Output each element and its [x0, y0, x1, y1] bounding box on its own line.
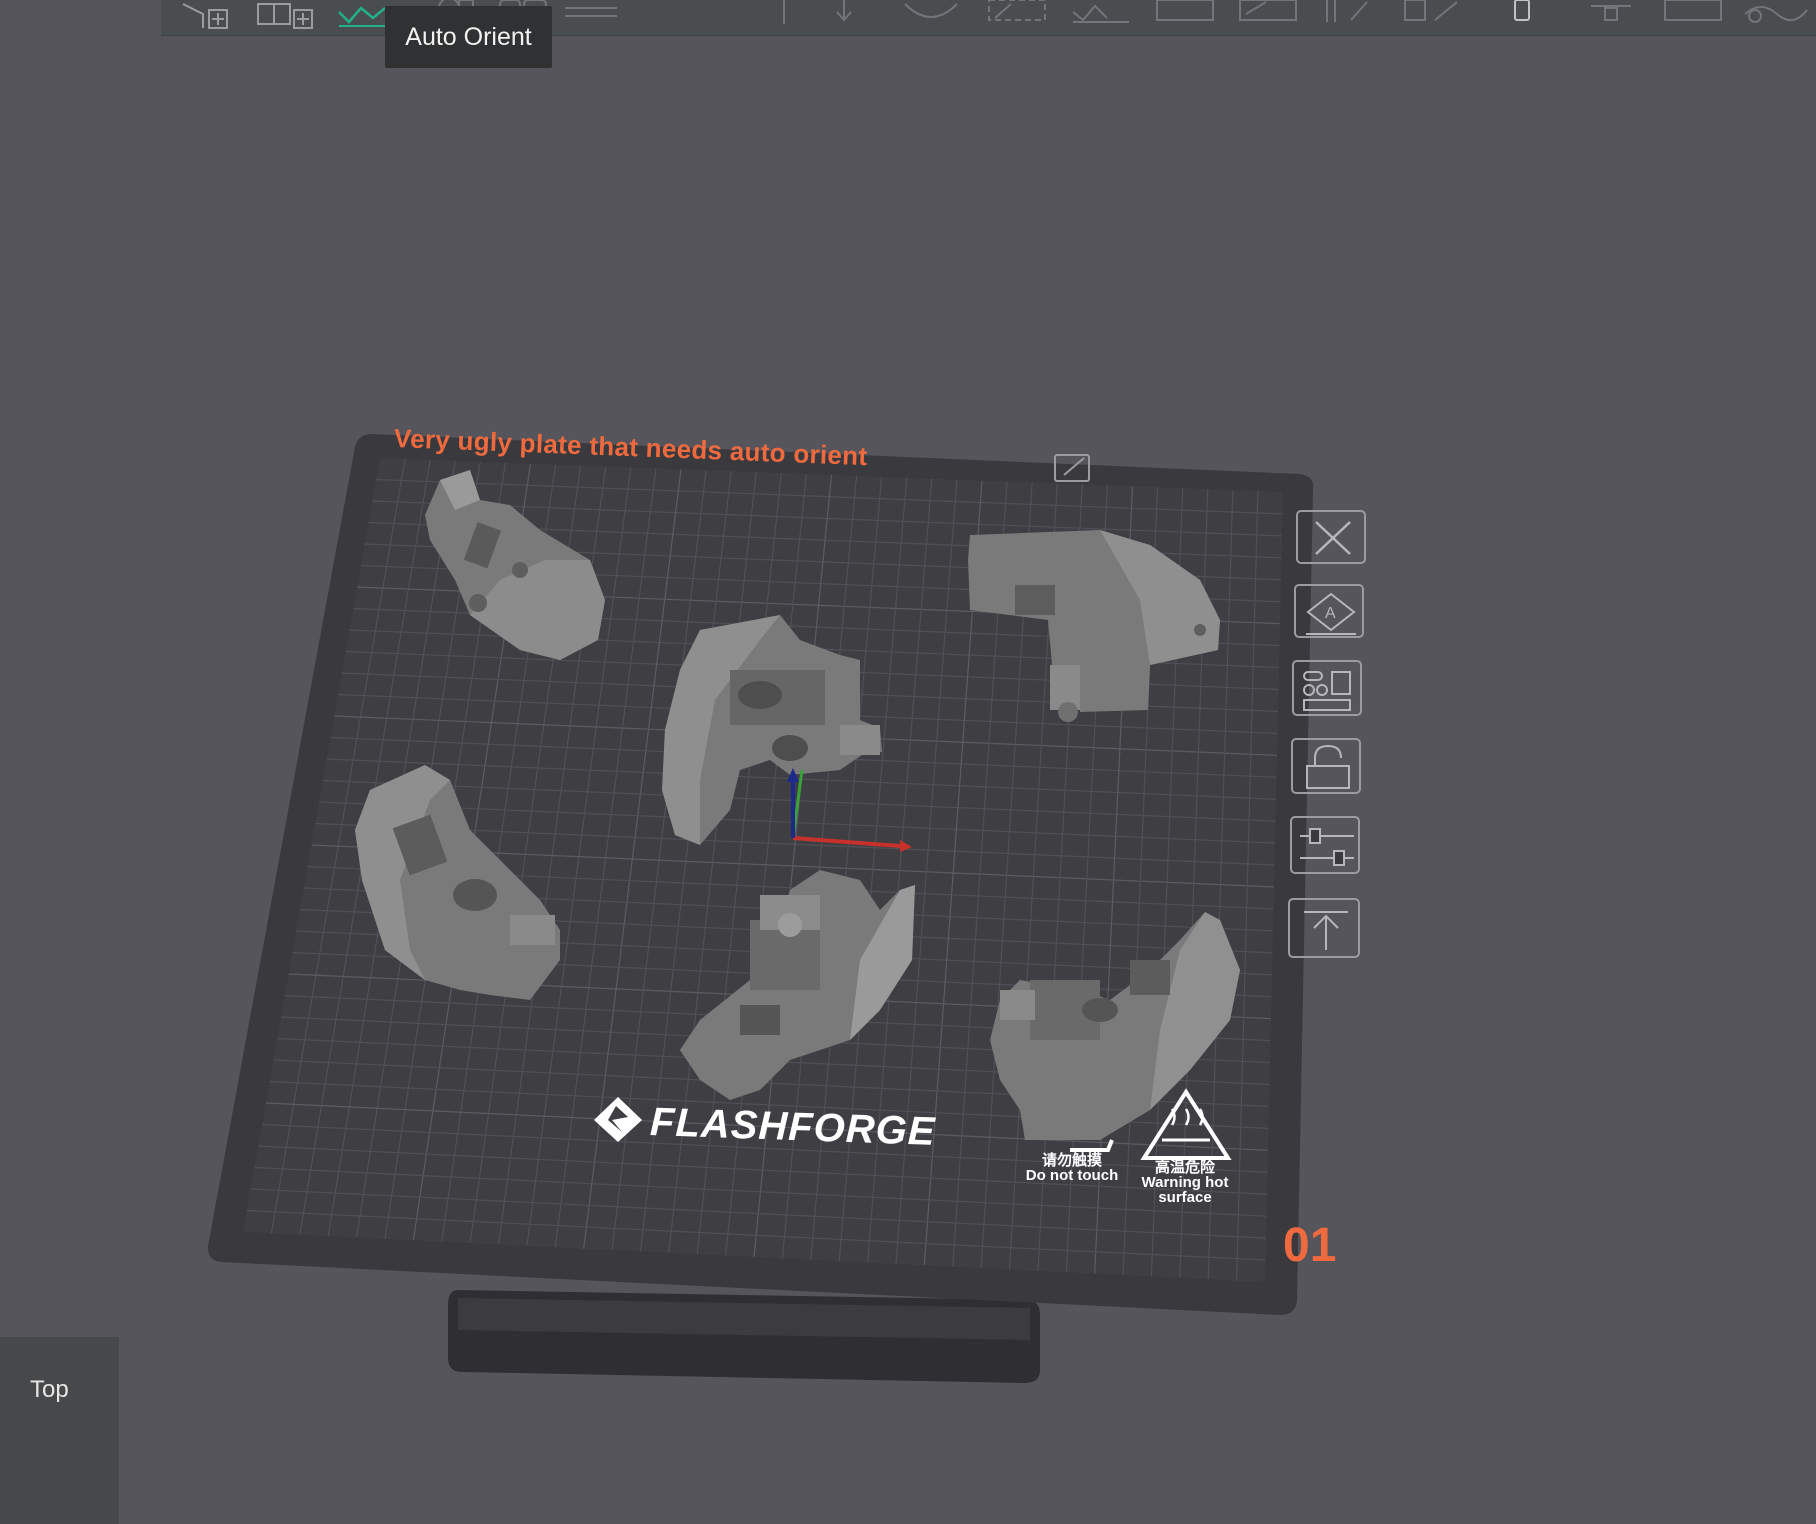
do-not-touch-en: Do not touch: [1025, 1167, 1119, 1184]
support-icon[interactable]: [1661, 0, 1725, 30]
view-cube[interactable]: [0, 1337, 119, 1524]
layers-icon[interactable]: [561, 0, 621, 30]
add-plate-icon[interactable]: [256, 0, 320, 30]
cut-icon[interactable]: [781, 0, 811, 30]
scale-icon[interactable]: [985, 0, 1049, 30]
variable-layer-icon[interactable]: [1741, 0, 1811, 30]
auto-orient-icon[interactable]: [337, 0, 387, 30]
build-plate-scene[interactable]: [0, 0, 1816, 1524]
plate-settings-icon: [1300, 828, 1354, 866]
place-on-face-icon[interactable]: [1069, 0, 1133, 30]
hot-surface-en2: surface: [1158, 1189, 1212, 1206]
seam-paint-icon[interactable]: [1236, 0, 1300, 30]
add-object-icon[interactable]: [173, 0, 237, 30]
do-not-touch-cn: 请勿触摸: [1041, 1152, 1102, 1169]
arrange-plate-icon: [1303, 671, 1351, 711]
move-plate-to-front-button[interactable]: [1288, 898, 1360, 958]
plate-settings-button[interactable]: [1290, 816, 1360, 874]
move-icon[interactable]: [829, 0, 859, 30]
measure-icon[interactable]: [1321, 0, 1381, 30]
rotate-icon[interactable]: [901, 0, 961, 30]
do-not-touch-label: 请勿触摸 Do not touch: [1012, 1153, 1132, 1183]
svg-text:A: A: [1325, 605, 1336, 622]
plate-number: 01: [1283, 1219, 1337, 1272]
auto-orient-plate-icon: A: [1306, 592, 1356, 635]
remove-plate-button[interactable]: [1296, 510, 1366, 564]
auto-orient-tooltip: Auto Orient: [385, 6, 552, 68]
lock-plate-icon: [1306, 744, 1350, 789]
mesh-boolean-icon[interactable]: [1581, 0, 1641, 30]
move-plate-to-front-icon: [1304, 911, 1348, 950]
auto-orient-plate-button[interactable]: A: [1294, 584, 1364, 638]
hot-surface-en: Warning hot: [1141, 1174, 1229, 1191]
assembly-icon[interactable]: [1401, 0, 1465, 30]
hot-surface-cn: 高温危险: [1154, 1159, 1215, 1176]
remove-plate-icon: [1315, 521, 1351, 555]
lock-plate-button[interactable]: [1291, 738, 1361, 794]
support-paint-icon[interactable]: [1153, 0, 1217, 30]
text-icon[interactable]: [1509, 0, 1539, 30]
arrange-plate-button[interactable]: [1292, 660, 1362, 716]
view-cube-label: Top: [30, 1376, 69, 1403]
hot-surface-label: 高温危险 Warning hot surface: [1125, 1160, 1245, 1205]
